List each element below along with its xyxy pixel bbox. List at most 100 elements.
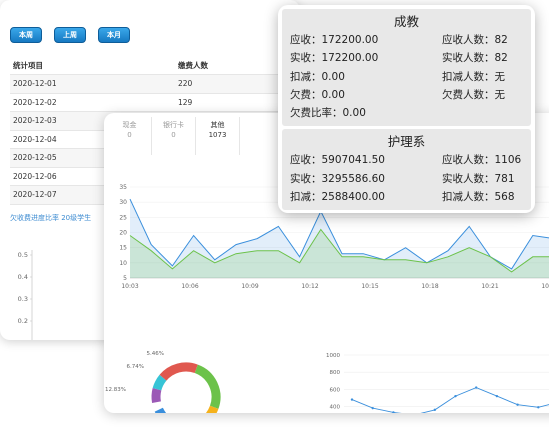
section-nursing: 护理系 应收：5907041.50 应收人数：1106 实收：3295586.60… [282,129,531,211]
y-tick-label: 1000 [326,353,340,359]
summary-cell: 实收：172200.00 [290,52,379,65]
summary-row: 扣减：2588400.00 扣减人数：568 [290,188,523,206]
y-tick-label: 400 [330,404,341,410]
x-tick-label: 10:24 [541,283,549,290]
slice-label: 5.46% [147,351,164,357]
stat-cash: 现金 0 [108,117,152,155]
y-tick-label: 25 [119,214,127,221]
y-tick-label: 15 [119,245,127,252]
payment-stats: 现金 0 银行卡 0 其他 1073 [108,117,240,155]
donut-slice [154,407,167,413]
table-cell: 2020-12-01 [10,74,175,94]
summary-row: 实收：172200.00 实收人数：82 [290,49,523,67]
slice-label: 12.83% [105,387,126,393]
x-tick-label: 10:06 [181,283,198,290]
col-header: 统计项目 [10,56,175,75]
stat-other: 其他 1073 [196,117,240,155]
table-cell: 2020-12-02 [10,93,175,112]
y-tick-label: 600 [330,387,341,393]
y-tick-label: 30 [119,199,127,206]
table-header: 统计项目 缴费人数 [10,56,290,75]
summary-cell: 应收：172200.00 [290,34,379,46]
summary-cell: 扣减人数：568 [442,191,515,204]
data-point [454,394,457,398]
summary-row: 实收：3295586.60 实收人数：781 [290,170,523,188]
data-point [371,406,374,410]
section-adult-ed: 成教 应收：172200.00 应收人数：82 实收：172200.00 实收人数：… [282,9,531,127]
stat-value: 0 [127,131,132,139]
series-line [351,387,549,413]
summary-cell: 应收人数：82 [442,34,508,46]
stat-card: 银行卡 0 [152,117,196,155]
stat-label: 银行卡 [163,121,184,129]
section-title: 成教 [393,14,419,29]
y-tick-label: 5 [123,275,127,282]
col-header: 缴费人数 [175,56,290,75]
table-cell: 220 [175,74,290,94]
summary-panel: 成教 应收：172200.00 应收人数：82 实收：172200.00 实收人数：… [278,5,535,213]
x-tick-label: 10:18 [421,283,438,290]
summary-cell: 欠费比率：0.00 [290,107,366,120]
this-month-button[interactable]: 本月 [98,27,130,43]
last-week-button[interactable]: 上周 [54,27,86,43]
summary-row: 欠费比率：0.00 [290,104,523,122]
x-tick-label: 10:21 [481,283,498,290]
y-tick-label: 800 [330,370,341,376]
summary-cell: 应收：5907041.50 [290,154,385,167]
y-tick-label: 20 [119,230,127,237]
ratio-chart: 0.5 0.4 0.3 0.2 0.1 [18,250,33,340]
donut-slice [205,405,219,413]
ratio-link[interactable]: 欠收费进度比率 20级学生 [10,213,91,223]
data-point [392,411,395,413]
summary-cell: 扣减：0.00 [290,70,345,83]
stat-value: 1073 [208,131,227,139]
summary-cell: 扣减：2588400.00 [290,191,385,204]
data-point [537,406,540,409]
stat-value: 0 [171,131,176,139]
donut-slice [194,364,221,409]
summary-row: 应收：172200.00 应收人数：82 [290,31,523,49]
summary-cell: 应收人数：1106 [442,154,522,167]
table-cell: 129 [175,93,290,112]
summary-cell: 实收人数：82 [442,52,508,65]
y-tick-label: 35 [119,184,127,191]
screenshot-stage: 本周 上周 本月 统计项目 缴费人数 2020-12-01 220 2020-12… [0,0,549,427]
table-row[interactable]: 2020-12-01 220 [10,74,290,94]
donut-slice [151,388,162,404]
x-tick-label: 10:03 [121,283,138,290]
data-point [516,403,519,406]
summary-cell: 实收人数：781 [442,172,515,185]
y-tick-label: 0.3 [18,295,28,303]
y-ticks: 0.5 0.4 0.3 0.2 0.1 [18,251,32,340]
summary-cell: 欠费人数：无 [442,88,505,101]
y-tick-label: 0.1 [18,339,28,340]
lower-line-chart: 1000 800 600 400 [326,353,549,413]
summary-cell: 实收：3295586.60 [290,172,385,185]
summary-cell: 欠费：0.00 [290,88,345,101]
summary-row: 扣减：0.00 扣减人数：无 [290,68,523,86]
y-tick-label: 0.4 [18,273,28,281]
donut-slice [152,374,167,391]
period-buttons: 本周 上周 本月 [10,27,130,43]
y-tick-label: 0.2 [18,317,28,325]
data-point [350,398,354,401]
summary-row: 欠费：0.00 欠费人数：无 [290,86,523,104]
data-point [433,408,436,412]
summary-row: 应收：5907041.50 应收人数：1106 [290,151,523,169]
ratio-donut-chart: 5.46% 6.74% 12.83% [105,351,221,413]
section-title: 护理系 [387,134,426,150]
this-week-button[interactable]: 本周 [10,27,42,43]
donut-slice [159,362,198,381]
x-tick-label: 10:15 [361,283,378,290]
slice-label: 6.74% [127,364,144,370]
data-point [495,394,499,398]
data-point [475,386,478,389]
stat-label: 其他 [210,121,225,129]
table-row[interactable]: 2020-12-02 129 [10,93,290,112]
y-tick-label: 10 [119,260,127,267]
x-tick-label: 10:12 [301,283,318,290]
x-tick-label: 10:09 [241,283,258,290]
y-tick-label: 0.5 [18,251,28,259]
summary-cell: 扣减人数：无 [442,70,505,83]
stat-label: 现金 [122,121,137,129]
